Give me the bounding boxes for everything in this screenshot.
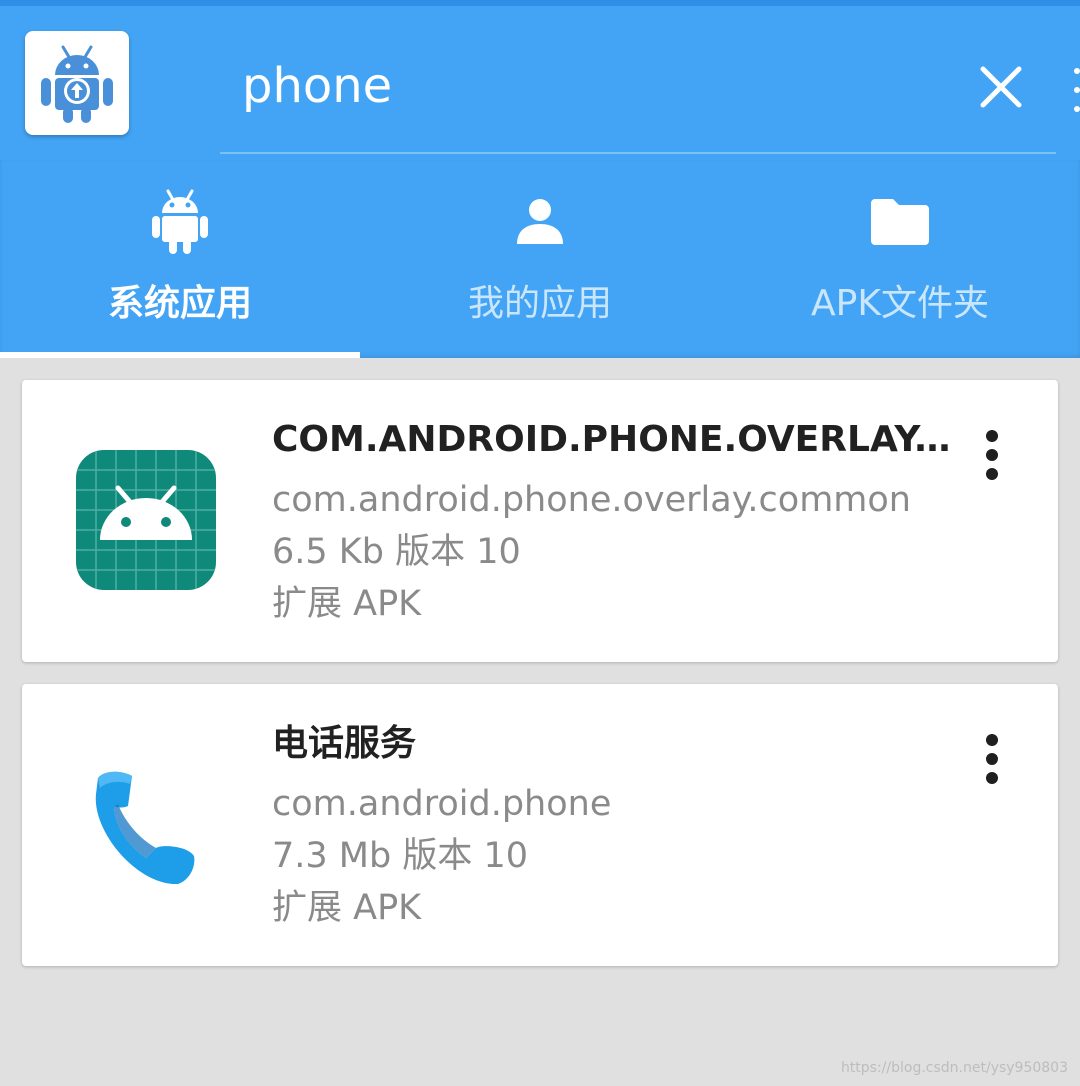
watermark: https://blog.csdn.net/ysy950803	[840, 1060, 1068, 1076]
tab-label: APK文件夹	[811, 283, 989, 324]
tab-apk-folder[interactable]: APK文件夹	[720, 160, 1080, 358]
tab-bar: 系统应用 我的应用 APK文件夹	[0, 160, 1080, 358]
app-size-version: 7.3 Mb 版本 10	[272, 836, 528, 876]
search-bar	[220, 36, 1056, 154]
app-logo[interactable]	[25, 31, 129, 135]
app-package: com.android.phone.overlay.common	[272, 480, 911, 520]
person-icon	[517, 199, 563, 244]
phone-icon	[95, 771, 195, 885]
close-icon	[980, 66, 1022, 108]
app-type: 扩展 APK	[272, 888, 422, 928]
overflow-menu-icon[interactable]	[1074, 68, 1080, 112]
app-list-item[interactable]: COM.ANDROID.PHONE.OVERLAY.COMMON com.and…	[22, 380, 1058, 662]
android-icon	[152, 189, 208, 254]
tab-my-apps[interactable]: 我的应用	[360, 160, 720, 358]
tab-label: 我的应用	[467, 283, 612, 324]
more-options-button[interactable]	[972, 428, 1012, 484]
app-size-version: 6.5 Kb 版本 10	[272, 532, 521, 572]
tab-label: 系统应用	[107, 283, 252, 324]
tab-active-indicator	[0, 352, 360, 358]
app-package: com.android.phone	[272, 784, 612, 824]
search-input[interactable]	[242, 54, 942, 118]
app-title: 电话服务	[272, 723, 417, 764]
app-list-item[interactable]: 电话服务 com.android.phone 7.3 Mb 版本 10 扩展 A…	[22, 684, 1058, 966]
tab-system-apps[interactable]: 系统应用	[0, 160, 360, 358]
more-options-button[interactable]	[972, 732, 1012, 788]
android-app-icon	[76, 450, 216, 590]
top-app-bar	[0, 0, 1080, 160]
app-title: COM.ANDROID.PHONE.OVERLAY.COMMON	[272, 419, 952, 460]
clear-search-button[interactable]	[972, 58, 1030, 116]
folder-icon	[871, 199, 929, 245]
app-type: 扩展 APK	[272, 584, 422, 624]
android-upload-logo-icon	[41, 45, 113, 123]
